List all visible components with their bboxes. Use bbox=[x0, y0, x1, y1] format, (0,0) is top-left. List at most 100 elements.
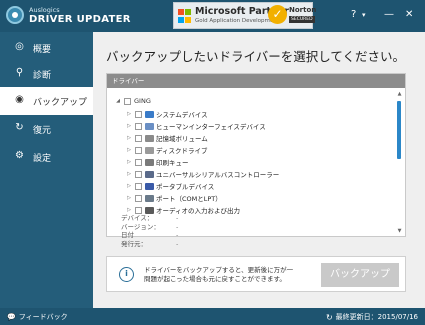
item-checkbox[interactable] bbox=[135, 146, 142, 154]
tree-item[interactable]: ▷ システムデバイス bbox=[125, 109, 208, 119]
norton-sub: SECURED bbox=[289, 16, 315, 23]
expand-icon[interactable]: ▷ bbox=[125, 135, 133, 141]
tree-item[interactable]: ▷ ポータブルデバイス bbox=[125, 181, 214, 191]
expand-icon[interactable]: ▷ bbox=[125, 111, 133, 117]
sidebar-item-backup[interactable]: ◉ バックアップ bbox=[0, 87, 93, 115]
port-icon bbox=[145, 194, 154, 202]
printer-icon bbox=[145, 158, 154, 166]
menu-dropdown-button[interactable]: ▾ bbox=[362, 9, 366, 21]
last-update: ↻ 最終更新日：2015/07/16 bbox=[326, 312, 418, 322]
tree-item-label: ユニバーサルシリアルバスコントローラー bbox=[156, 171, 280, 179]
sidebar-item-settings[interactable]: ⚙ 設定 bbox=[0, 143, 93, 171]
root-checkbox[interactable] bbox=[124, 97, 131, 105]
sidebar-item-label: バックアップ bbox=[33, 98, 88, 108]
expand-icon[interactable]: ▷ bbox=[125, 183, 133, 189]
restore-icon: ↻ bbox=[15, 122, 24, 133]
scroll-down-icon[interactable]: ▼ bbox=[396, 228, 403, 235]
expand-icon[interactable]: ▷ bbox=[125, 123, 133, 129]
status-bar: 💬 フィードバック ↻ 最終更新日：2015/07/16 bbox=[0, 308, 425, 325]
sidebar-item-diagnose[interactable]: ⚲ 診断 bbox=[0, 60, 93, 88]
main-panel: バックアップしたいドライバーを選択してください。 ドライバー ◢ GING ▷ … bbox=[93, 32, 425, 308]
sidebar-item-label: 診断 bbox=[33, 71, 52, 81]
scroll-up-icon[interactable]: ▲ bbox=[396, 91, 403, 98]
item-checkbox[interactable] bbox=[135, 194, 142, 202]
brand-product: DRIVER UPDATER bbox=[29, 14, 131, 25]
driver-tree: ドライバー ◢ GING ▷ システムデバイス ▷ ヒューマンインターフェイスデ… bbox=[106, 73, 406, 237]
notice-text: ドライバーをバックアップすると、更新後に万が一問題が起こった場合も元に戻すことが… bbox=[144, 266, 294, 283]
version-value: - bbox=[176, 222, 179, 231]
info-icon: i bbox=[119, 267, 134, 282]
audio-icon bbox=[145, 206, 154, 214]
tree-item-label: 印刷キュー bbox=[156, 159, 189, 167]
page-title: バックアップしたいドライバーを選択してください。 bbox=[106, 49, 406, 64]
close-button[interactable]: ✕ bbox=[405, 9, 413, 21]
portable-device-icon bbox=[145, 182, 154, 190]
sidebar: ◎ 概要 ⚲ 診断 ◉ バックアップ ↻ 復元 ⚙ 設定 bbox=[0, 32, 93, 308]
help-button[interactable]: ? bbox=[351, 9, 356, 21]
title-bar: Auslogics DRIVER UPDATER Microsoft Partn… bbox=[0, 0, 425, 32]
tree-item[interactable]: ▷ ポート（COMとLPT） bbox=[125, 193, 222, 203]
item-checkbox[interactable] bbox=[135, 170, 142, 178]
chat-icon: 💬 bbox=[7, 313, 16, 321]
tree-item-label: ヒューマンインターフェイスデバイス bbox=[156, 123, 266, 131]
tree-item-label: ディスクドライブ bbox=[156, 147, 208, 155]
disk-drive-icon bbox=[145, 146, 154, 154]
minimize-button[interactable]: — bbox=[384, 9, 394, 21]
refresh-icon[interactable]: ↻ bbox=[326, 313, 333, 322]
tree-item[interactable]: ▷ 記憶域ボリューム bbox=[125, 133, 208, 143]
tree-item-label: システムデバイス bbox=[156, 111, 208, 119]
item-checkbox[interactable] bbox=[135, 110, 142, 118]
partner-sub: Gold Application Development bbox=[195, 18, 279, 24]
device-value: - bbox=[176, 214, 179, 222]
expand-icon[interactable]: ▷ bbox=[125, 171, 133, 177]
sidebar-item-restore[interactable]: ↻ 復元 bbox=[0, 115, 93, 143]
publisher-label: 発行元： bbox=[121, 239, 147, 248]
search-icon: ⚲ bbox=[15, 67, 24, 78]
tree-item-label: 記憶域ボリューム bbox=[156, 135, 208, 143]
item-checkbox[interactable] bbox=[135, 122, 142, 130]
target-icon: ◎ bbox=[15, 41, 24, 52]
scroll-thumb[interactable] bbox=[397, 101, 401, 159]
usb-icon bbox=[145, 170, 154, 178]
expand-icon[interactable]: ▷ bbox=[125, 159, 133, 165]
driver-list-header: ドライバー bbox=[107, 74, 405, 88]
collapse-icon[interactable]: ◢ bbox=[114, 98, 122, 104]
norton-badge: ✓ Norton SECURED bbox=[268, 3, 316, 28]
sidebar-item-overview[interactable]: ◎ 概要 bbox=[0, 34, 93, 62]
norton-name: Norton bbox=[289, 6, 317, 14]
feedback-link[interactable]: 💬 フィードバック bbox=[7, 312, 68, 322]
last-update-label: 最終更新日：2015/07/16 bbox=[335, 313, 418, 321]
expand-icon[interactable]: ▷ bbox=[125, 207, 133, 213]
microsoft-logo-icon bbox=[178, 9, 192, 23]
sidebar-item-label: 復元 bbox=[33, 126, 52, 136]
tree-scrollbar[interactable]: ▲ ▼ bbox=[396, 91, 403, 235]
device-label: デバイス： bbox=[121, 214, 154, 222]
tree-item[interactable]: ▷ ヒューマンインターフェイスデバイス bbox=[125, 121, 266, 131]
date-value: - bbox=[176, 231, 179, 239]
item-checkbox[interactable] bbox=[135, 206, 142, 214]
item-checkbox[interactable] bbox=[135, 158, 142, 166]
expand-icon[interactable]: ▷ bbox=[125, 147, 133, 153]
expand-icon[interactable]: ▷ bbox=[125, 195, 133, 201]
sidebar-item-label: 設定 bbox=[33, 154, 52, 164]
tree-item-label: ポート（COMとLPT） bbox=[156, 195, 222, 203]
norton-check-icon: ✓ bbox=[268, 5, 287, 24]
item-checkbox[interactable] bbox=[135, 182, 142, 190]
tree-item-label: ポータブルデバイス bbox=[156, 183, 215, 191]
gear-icon: ⚙ bbox=[15, 150, 24, 161]
backup-button[interactable]: バックアップ bbox=[321, 263, 399, 287]
app-logo-icon bbox=[6, 6, 24, 24]
feedback-label: フィードバック bbox=[18, 313, 68, 321]
storage-volume-icon bbox=[145, 134, 154, 142]
tree-root[interactable]: ◢ GING bbox=[114, 96, 151, 106]
tree-item[interactable]: ▷ ユニバーサルシリアルバスコントローラー bbox=[125, 169, 279, 179]
tree-item[interactable]: ▷ ディスクドライブ bbox=[125, 145, 208, 155]
tree-item[interactable]: ▷ 印刷キュー bbox=[125, 157, 189, 167]
item-checkbox[interactable] bbox=[135, 134, 142, 142]
hid-device-icon bbox=[145, 122, 154, 130]
backup-disc-icon: ◉ bbox=[15, 94, 24, 105]
version-label: バージョン： bbox=[121, 222, 160, 231]
app-brand: Auslogics DRIVER UPDATER bbox=[6, 5, 131, 25]
tree-root-label: GING bbox=[134, 97, 151, 105]
driver-details: デバイス： - バージョン： - 日付 - 発行元： - bbox=[121, 214, 178, 248]
